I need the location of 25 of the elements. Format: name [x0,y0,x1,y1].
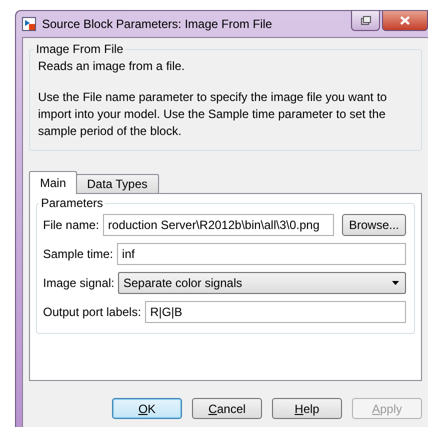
dropdown[interactable]: Separate color signals [118,272,406,294]
dropdown-arrow-icon [392,281,399,285]
restore-button[interactable] [351,11,380,31]
field-label: Output port labels: [43,305,142,319]
close-icon [400,16,410,25]
browse-button[interactable]: Browse... [342,214,406,236]
text-field[interactable]: R|G|B [145,301,406,323]
dialog-button[interactable]: Cancel [192,398,262,419]
dialog-button[interactable]: Help [272,398,342,419]
tab[interactable]: Main [29,171,78,194]
description-text: Use the File name parameter to specify the image file you want to import into your model. Use the Sample time parameter to set the sample period of the block. [38,89,388,140]
simulink-block-icon [22,17,36,31]
file-name-field[interactable]: roduction Server\R2012b\bin\all\3\0.png [103,214,334,236]
field-label: Sample time: [43,247,114,261]
restore-icon [360,16,370,25]
dialog-button[interactable]: OK [112,398,182,419]
field-label: File name: [43,218,100,232]
tab[interactable]: Data Types [76,174,158,194]
description-text: Reads an image from a file. [38,58,186,75]
window-title: Source Block Parameters: Image From File [42,17,272,31]
group-title: Parameters [40,196,104,210]
text-field[interactable]: inf [117,243,406,265]
group-title: Image From File [35,42,124,56]
close-button[interactable] [382,11,428,31]
field-label: Image signal: [43,276,114,290]
